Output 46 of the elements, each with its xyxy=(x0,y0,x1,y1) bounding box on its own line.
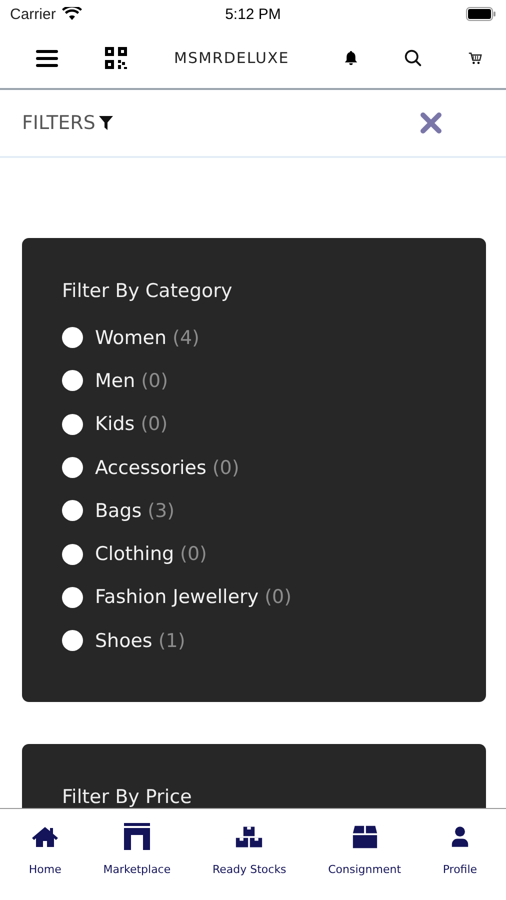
category-label[interactable]: Women xyxy=(95,326,167,349)
category-count: (0) xyxy=(141,370,168,392)
box-icon[interactable] xyxy=(352,823,378,851)
tab-label[interactable]: Profile xyxy=(442,863,478,876)
category-count: (4) xyxy=(172,326,200,349)
card-title: Filter By Price xyxy=(62,786,193,808)
battery-icon xyxy=(466,7,496,21)
app-title: MSMRDELUXE xyxy=(174,49,290,67)
card-title: Filter By Category xyxy=(62,280,234,302)
tab-label[interactable]: Home xyxy=(28,863,62,876)
menu-icon[interactable] xyxy=(36,49,58,67)
tab-label[interactable]: Marketplace xyxy=(103,863,171,876)
category-label[interactable]: Shoes xyxy=(95,630,152,652)
storefront-icon[interactable] xyxy=(122,823,151,851)
category-count: (3) xyxy=(148,500,175,522)
carrier-name: Carrier xyxy=(10,6,56,22)
wifi-icon xyxy=(62,7,82,21)
cart-icon[interactable] xyxy=(468,52,482,64)
radio-button[interactable] xyxy=(62,327,83,348)
status-time: 5:12 PM xyxy=(225,6,281,22)
tab-label[interactable]: Ready Stocks xyxy=(212,863,286,876)
category-label[interactable]: Fashion Jewellery xyxy=(95,586,259,608)
category-count: (1) xyxy=(158,630,186,652)
category-count: (0) xyxy=(140,413,168,436)
category-count: (0) xyxy=(264,586,292,608)
radio-button[interactable] xyxy=(62,586,83,608)
category-label[interactable]: Accessories xyxy=(95,456,206,479)
bell-icon[interactable] xyxy=(344,50,358,66)
radio-button[interactable] xyxy=(62,457,83,478)
category-count: (0) xyxy=(212,456,240,479)
category-label[interactable]: Clothing xyxy=(95,543,174,566)
tab-label[interactable]: Consignment xyxy=(328,863,402,876)
qr-code-icon[interactable] xyxy=(104,46,128,70)
search-icon[interactable] xyxy=(404,49,422,67)
filter-icon xyxy=(99,116,114,130)
category-count: (0) xyxy=(180,543,207,566)
radio-button[interactable] xyxy=(62,370,83,392)
radio-button[interactable] xyxy=(62,500,83,522)
category-label[interactable]: Kids xyxy=(95,413,135,436)
radio-button[interactable] xyxy=(62,414,83,435)
category-label[interactable]: Bags xyxy=(95,500,142,522)
filters-label: FILTERS xyxy=(22,112,96,134)
radio-button[interactable] xyxy=(62,630,83,652)
category-label[interactable]: Men xyxy=(95,370,136,392)
close-icon[interactable] xyxy=(420,112,442,134)
radio-button[interactable] xyxy=(62,544,83,565)
